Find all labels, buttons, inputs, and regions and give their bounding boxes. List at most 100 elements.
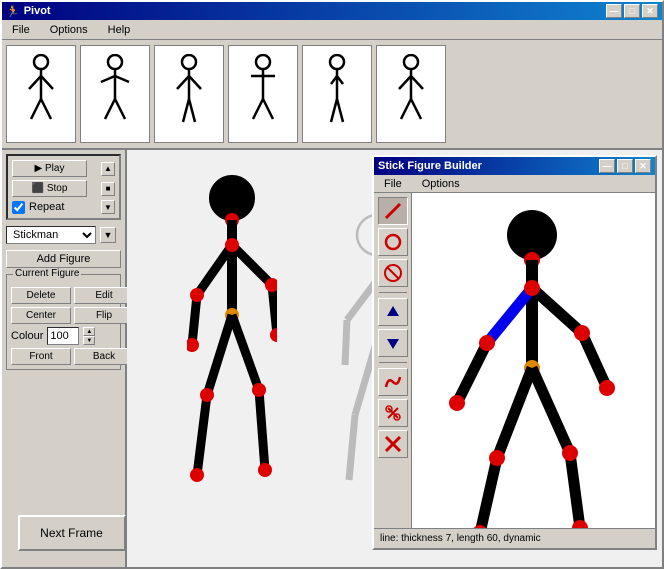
frame-3[interactable] [154, 45, 224, 143]
edit-button[interactable]: Edit [74, 287, 134, 304]
frame-5-figure [317, 54, 357, 134]
frame-1[interactable] [6, 45, 76, 143]
sub-content [374, 193, 655, 528]
center-button[interactable]: Center [11, 307, 71, 324]
frame-4-figure [243, 54, 283, 134]
window-icon: 🏃 [6, 5, 20, 18]
frame-6-figure [391, 54, 431, 134]
maximize-button[interactable]: □ [624, 4, 640, 18]
sub-menu-file[interactable]: File [378, 176, 408, 192]
up-arrow-icon [383, 302, 403, 322]
status-text: line: thickness 7, length 60, dynamic [380, 533, 541, 544]
delete-button[interactable]: Delete [11, 287, 71, 304]
spin-up[interactable]: ▲ [83, 327, 95, 336]
colour-input[interactable]: 100 [47, 327, 79, 345]
figure-dropdown-row: Stickman ▼ [6, 226, 121, 244]
repeat-label: Repeat [29, 201, 64, 213]
current-figure-title: Current Figure [13, 268, 81, 279]
sub-menu-options[interactable]: Options [416, 176, 466, 192]
scroll-down-button[interactable]: ▼ [101, 200, 115, 214]
back-button[interactable]: Back [74, 348, 134, 365]
frame-5[interactable] [302, 45, 372, 143]
scissors-tool-button[interactable] [378, 399, 408, 427]
main-area: ▶ Play ▲ ⬛ Stop ■ Repeat ▼ [2, 150, 662, 567]
circle-tool-button[interactable] [378, 228, 408, 256]
spin-down[interactable]: ▼ [83, 336, 95, 345]
builder-stickman [442, 203, 622, 528]
colour-label: Colour [11, 330, 43, 342]
close-button[interactable]: ✕ [642, 4, 658, 18]
repeat-checkbox[interactable] [12, 201, 25, 214]
title-bar-buttons: — □ ✕ [606, 4, 658, 18]
stick-figure-builder-window: Stick Figure Builder — □ ✕ File Options [372, 155, 657, 550]
sub-canvas[interactable] [412, 193, 655, 528]
next-frame-area: Next Frame [6, 374, 121, 563]
sub-maximize-button[interactable]: □ [617, 159, 633, 173]
stop-button[interactable]: ⬛ Stop [12, 180, 87, 197]
window-title: Pivot [24, 5, 51, 17]
move-up-tool-button[interactable] [378, 298, 408, 326]
tool-divider-2 [379, 362, 407, 363]
curve-tool-button[interactable] [378, 368, 408, 396]
next-frame-button[interactable]: Next Frame [18, 515, 126, 551]
frames-bar [2, 40, 662, 150]
sub-tools [374, 193, 412, 528]
frame-1-figure [21, 54, 61, 134]
front-button[interactable]: Front [11, 348, 71, 365]
line-tool-button[interactable] [378, 197, 408, 225]
scissors-icon [383, 403, 403, 423]
stop-row: ⬛ Stop ■ [12, 180, 115, 197]
frame-4[interactable] [228, 45, 298, 143]
sub-menu-bar: File Options [374, 175, 655, 193]
canvas-background: Stick Figure Builder — □ ✕ File Options [127, 150, 662, 567]
menu-help[interactable]: Help [102, 22, 137, 38]
no-tool-icon [383, 263, 403, 283]
circle-tool-icon [383, 232, 403, 252]
frame-2-figure [95, 54, 135, 134]
minimize-button[interactable]: — [606, 4, 622, 18]
menu-file[interactable]: File [6, 22, 36, 38]
repeat-row: Repeat ▼ [12, 200, 115, 214]
playback-controls: ▶ Play ▲ ⬛ Stop ■ Repeat ▼ [6, 154, 121, 220]
menu-options[interactable]: Options [44, 22, 94, 38]
sub-status-bar: line: thickness 7, length 60, dynamic [374, 528, 655, 548]
delete-circle-tool-button[interactable] [378, 259, 408, 287]
frame-6[interactable] [376, 45, 446, 143]
figure-select[interactable]: Stickman [6, 226, 96, 244]
frame-2[interactable] [80, 45, 150, 143]
sub-title-buttons: — □ ✕ [599, 159, 651, 173]
colour-row: Colour 100 ▲ ▼ [11, 327, 116, 345]
scroll-up-area: ▲ [101, 162, 115, 176]
dropdown-arrow[interactable]: ▼ [100, 227, 116, 243]
main-stickman [187, 170, 277, 490]
tool-divider [379, 292, 407, 293]
sub-title-bar: Stick Figure Builder — □ ✕ [374, 157, 655, 175]
play-row: ▶ Play ▲ [12, 160, 115, 177]
down-arrow-icon [383, 333, 403, 353]
frame-3-figure [169, 54, 209, 134]
left-panel: ▶ Play ▲ ⬛ Stop ■ Repeat ▼ [2, 150, 127, 567]
current-figure-group: Current Figure Delete Edit Center Flip C… [6, 274, 121, 370]
move-down-tool-button[interactable] [378, 329, 408, 357]
title-bar-left: 🏃 Pivot [6, 5, 51, 18]
figure-actions: Delete Edit Center Flip [11, 287, 116, 324]
curve-tool-icon [383, 372, 403, 392]
sub-close-button[interactable]: ✕ [635, 159, 651, 173]
scroll-mid-button[interactable]: ■ [101, 182, 115, 196]
spin-arrows: ▲ ▼ [83, 327, 95, 345]
add-figure-button[interactable]: Add Figure [6, 250, 121, 268]
play-button[interactable]: ▶ Play [12, 160, 87, 177]
main-window: 🏃 Pivot — □ ✕ File Options Help [0, 0, 664, 569]
x-tool-icon [383, 434, 403, 454]
front-back-actions: Front Back [11, 348, 116, 365]
flip-button[interactable]: Flip [74, 307, 134, 324]
title-bar: 🏃 Pivot — □ ✕ [2, 2, 662, 20]
scroll-up-button[interactable]: ▲ [101, 162, 115, 176]
canvas-area[interactable]: Stick Figure Builder — □ ✕ File Options [127, 150, 662, 567]
sub-minimize-button[interactable]: — [599, 159, 615, 173]
sub-window-title: Stick Figure Builder [378, 160, 482, 172]
menu-bar: File Options Help [2, 20, 662, 40]
line-tool-icon [383, 201, 403, 221]
repeat-checkbox-area: Repeat [12, 201, 64, 214]
x-tool-button[interactable] [378, 430, 408, 458]
